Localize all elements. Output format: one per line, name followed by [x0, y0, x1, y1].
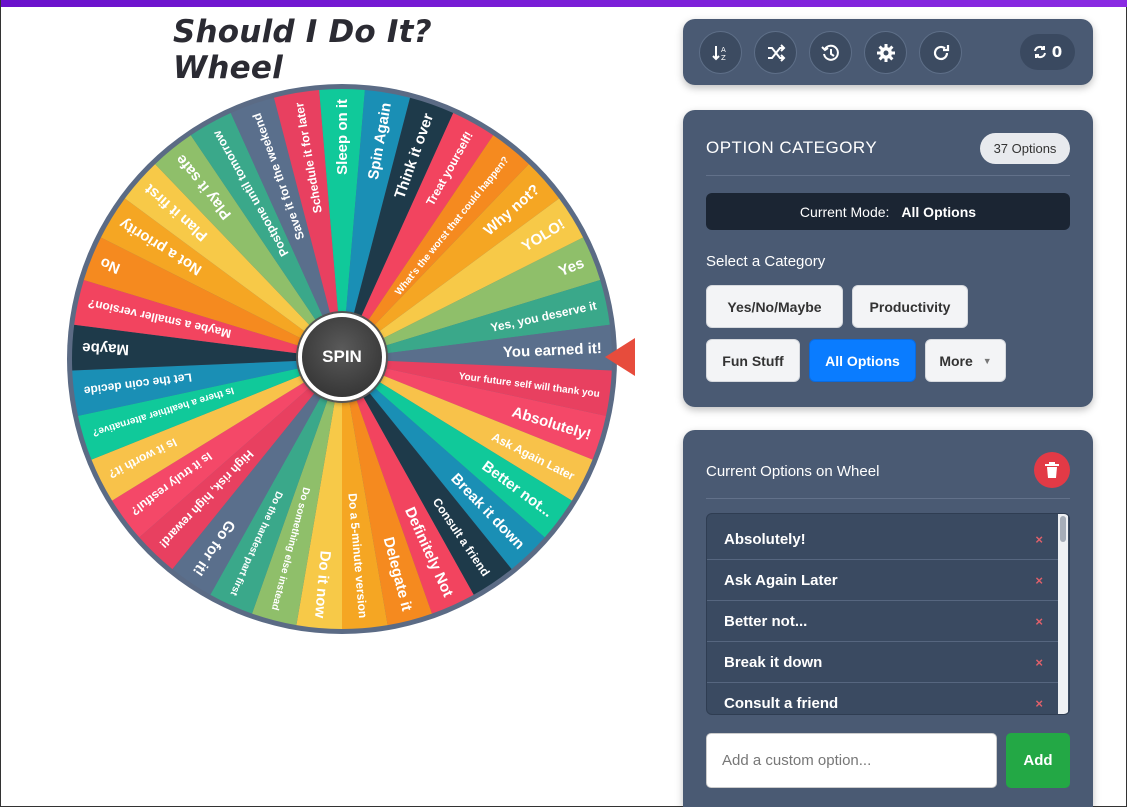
options-list[interactable]: Absolutely! × Ask Again Later × Better n… [706, 513, 1070, 715]
shuffle-button[interactable] [754, 31, 797, 74]
remove-option-button[interactable]: × [1035, 696, 1043, 711]
wheel-pointer [605, 338, 635, 376]
history-icon [820, 44, 839, 61]
option-label: Better not... [724, 612, 808, 630]
toolbar-panel: AZ 0 [683, 19, 1093, 85]
chip-all-options[interactable]: All Options [809, 339, 916, 382]
spin-count: 0 [1051, 43, 1063, 61]
svg-text:Z: Z [721, 54, 726, 62]
option-label: Consult a friend [724, 695, 839, 712]
list-item: Ask Again Later × [707, 560, 1059, 601]
remove-option-button[interactable]: × [1035, 614, 1043, 629]
settings-button[interactable] [864, 31, 907, 74]
chip-productivity[interactable]: Productivity [852, 285, 968, 328]
category-heading: OPTION CATEGORY [706, 138, 878, 157]
remove-option-button[interactable]: × [1035, 573, 1043, 588]
divider [706, 498, 1070, 499]
shuffle-icon [767, 43, 785, 62]
chip-yes-no-maybe[interactable]: Yes/No/Maybe [706, 285, 843, 328]
trash-icon [1045, 462, 1059, 478]
spin-button[interactable]: SPIN [298, 313, 386, 401]
option-label: Absolutely! [724, 530, 806, 548]
divider [706, 175, 1070, 176]
reset-button[interactable] [919, 31, 962, 74]
list-item: Absolutely! × [707, 519, 1059, 560]
wheel-segment-label: Sleep on it [334, 99, 351, 175]
remove-option-button[interactable]: × [1035, 655, 1043, 670]
list-item: Better not... × [707, 601, 1059, 642]
options-panel: Current Options on Wheel Absolutely! × A… [683, 430, 1093, 807]
custom-option-input[interactable]: Add a custom option... [706, 733, 997, 788]
spin-counter: 0 [1020, 34, 1075, 70]
select-category-label: Select a Category [706, 253, 826, 270]
redo-icon [933, 44, 949, 60]
options-count-badge: 37 Options [980, 133, 1070, 164]
mode-label: Current Mode: [799, 203, 890, 220]
sort-button[interactable]: AZ [699, 31, 742, 74]
add-option-button[interactable]: Add [1006, 733, 1070, 788]
more-label: More [939, 352, 973, 369]
sync-icon [1033, 45, 1046, 59]
option-label: Break it down [724, 653, 823, 671]
option-label: Ask Again Later [724, 571, 838, 589]
history-button[interactable] [809, 31, 852, 74]
current-mode-bar: Current Mode: All Options [706, 193, 1070, 230]
gear-icon [876, 43, 895, 62]
caret-down-icon: ▼ [982, 355, 992, 366]
list-item: Consult a friend × [707, 683, 1059, 714]
options-heading: Current Options on Wheel [706, 463, 880, 480]
wheel-segment-label: Maybe [82, 339, 129, 358]
remove-option-button[interactable]: × [1035, 532, 1043, 547]
clear-all-button[interactable] [1034, 452, 1070, 488]
scrollbar[interactable] [1058, 514, 1068, 714]
category-panel: OPTION CATEGORY 37 Options Current Mode:… [683, 110, 1093, 407]
mode-value: All Options [901, 203, 977, 220]
scrollbar-thumb[interactable] [1060, 516, 1066, 542]
sort-icon: AZ [711, 45, 726, 62]
top-accent-bar [1, 0, 1127, 7]
svg-text:A: A [721, 46, 726, 54]
chip-more-dropdown[interactable]: More ▼ [925, 339, 1006, 382]
chip-fun-stuff[interactable]: Fun Stuff [706, 339, 800, 382]
list-item: Break it down × [707, 642, 1059, 683]
